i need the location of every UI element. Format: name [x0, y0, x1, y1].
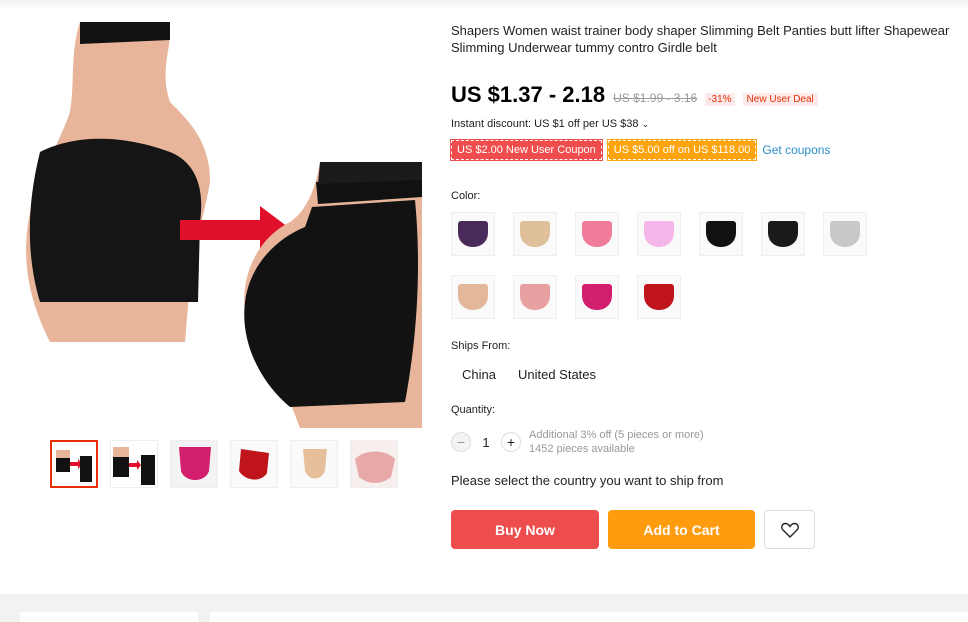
color-swatch-skin[interactable] [451, 275, 495, 319]
discount-badge: -31% [705, 93, 735, 106]
color-swatches [451, 212, 891, 319]
swatch-image [830, 221, 860, 247]
ship-option-united-states[interactable]: United States [507, 362, 607, 387]
color-swatch-red[interactable] [637, 275, 681, 319]
quantity-note: Additional 3% off (5 pieces or more) 145… [529, 428, 704, 456]
get-coupons-link[interactable]: Get coupons [762, 143, 830, 157]
price: US $1.37 - 2.18 [451, 82, 606, 107]
store-coupon[interactable]: US $5.00 off on US $118.00 [606, 139, 758, 161]
bottom-card-right [210, 612, 968, 622]
color-label: Color: [451, 190, 481, 202]
thumbnail-2[interactable] [110, 440, 158, 488]
swatch-image [520, 221, 550, 247]
swatch-image [644, 284, 674, 310]
quantity-label: Quantity: [451, 404, 496, 416]
coupon-row: US $2.00 New User Coupon US $5.00 off on… [450, 139, 830, 161]
available-pieces: 1452 pieces available [529, 443, 635, 455]
original-price: US $1.99 - 3.16 [613, 91, 698, 105]
add-to-cart-button[interactable]: Add to Cart [608, 510, 755, 549]
bottom-card-left [20, 612, 198, 622]
thumbnail-3[interactable] [170, 440, 218, 488]
color-swatch-gray[interactable] [823, 212, 867, 256]
swatch-image [582, 221, 612, 247]
color-swatch-peach[interactable] [513, 275, 557, 319]
instant-discount-text: Instant discount: US $1 off per US $38 [451, 118, 639, 130]
color-swatch-pink[interactable] [575, 212, 619, 256]
plus-icon[interactable]: + [501, 432, 521, 452]
swatch-image [582, 284, 612, 310]
color-swatch-black[interactable] [699, 212, 743, 256]
color-swatch-black-lace[interactable] [761, 212, 805, 256]
thumbnail-5[interactable] [290, 440, 338, 488]
new-user-coupon[interactable]: US $2.00 New User Coupon [450, 139, 603, 161]
swatch-image [520, 284, 550, 310]
swatch-image [768, 221, 798, 247]
thumbnail-4[interactable] [230, 440, 278, 488]
top-shadow [0, 0, 968, 10]
color-swatch-purple[interactable] [451, 212, 495, 256]
product-illustration [26, 22, 422, 428]
ships-from-label: Ships From: [451, 340, 511, 352]
product-title: Shapers Women waist trainer body shaper … [451, 23, 950, 55]
chevron-down-icon: ⌄ [641, 119, 650, 129]
swatch-image [458, 221, 488, 247]
color-swatch-light-pink[interactable] [637, 212, 681, 256]
wishlist-button[interactable] [764, 510, 815, 549]
thumbnail-6[interactable] [350, 440, 398, 488]
product-main-image[interactable] [20, 22, 422, 428]
price-row: US $1.37 - 2.18 US $1.99 - 3.16 -31% New… [451, 82, 818, 108]
swatch-image [644, 221, 674, 247]
heart-icon [780, 522, 799, 538]
ship-option-china[interactable]: China [451, 362, 507, 387]
instant-discount[interactable]: Instant discount: US $1 off per US $38 ⌄ [451, 118, 649, 130]
minus-icon[interactable]: − [451, 432, 471, 452]
ship-from-message: Please select the country you want to sh… [451, 473, 724, 488]
product-info: Shapers Women waist trainer body shaper … [451, 22, 951, 56]
thumbnail-1[interactable] [50, 440, 98, 488]
thumbnail-strip [50, 440, 398, 488]
color-swatch-nude[interactable] [513, 212, 557, 256]
color-swatch-rose[interactable] [575, 275, 619, 319]
bulk-discount-text: Additional 3% off (5 pieces or more) [529, 429, 704, 441]
swatch-image [458, 284, 488, 310]
swatch-image [706, 221, 736, 247]
buy-now-button[interactable]: Buy Now [451, 510, 599, 549]
quantity-stepper: − 1 + Additional 3% off (5 pieces or mor… [451, 428, 704, 456]
quantity-value[interactable]: 1 [471, 435, 501, 450]
ships-from-options: China United States [451, 362, 607, 387]
new-user-deal-badge: New User Deal [742, 93, 818, 106]
